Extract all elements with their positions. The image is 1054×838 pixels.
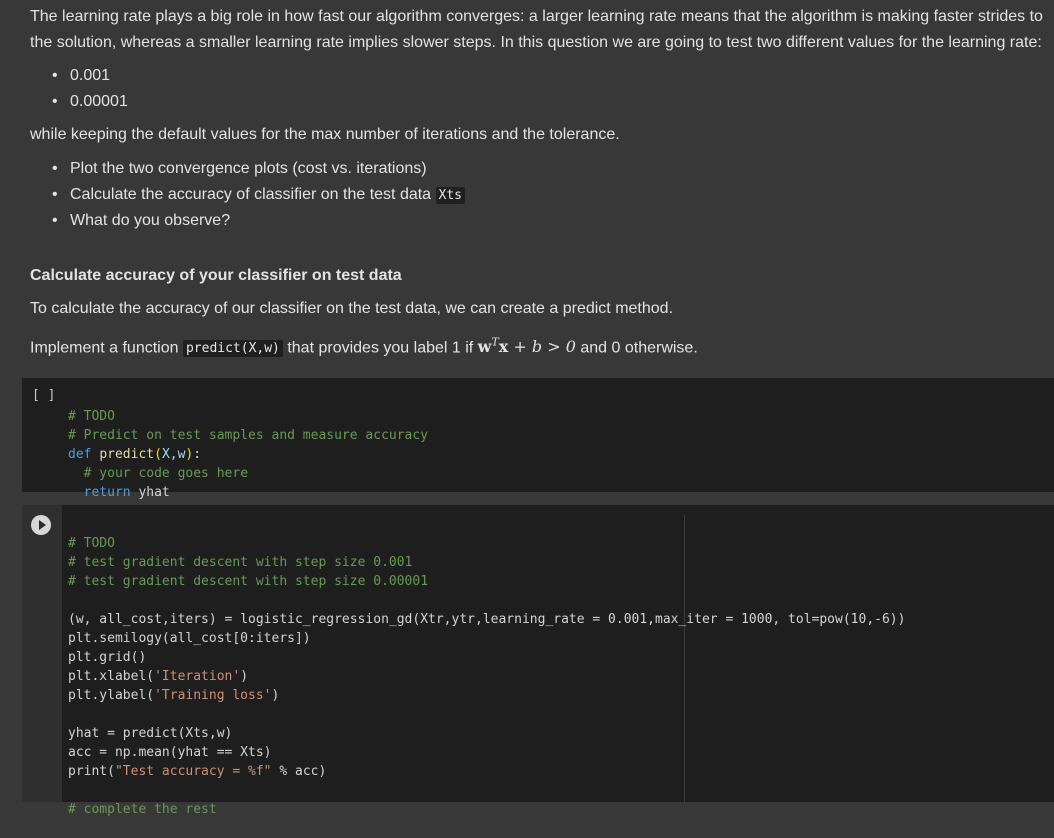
code-line: plt.grid() — [68, 650, 147, 665]
list-item: What do you observe? — [52, 208, 465, 234]
list-item: Plot the two convergence plots (cost vs.… — [52, 156, 465, 182]
code-line: def predict(X,w): — [68, 447, 202, 462]
execution-count[interactable]: [ ] — [32, 388, 55, 403]
intro-line-1: The learning rate plays a big role in ho… — [30, 8, 1043, 25]
list-item: Calculate the accuracy of classifier on … — [52, 182, 466, 208]
inline-code: Xts — [435, 187, 466, 204]
rates-list: 0.001 0.00001 — [52, 63, 128, 115]
code-line: print("Test accuracy = %f" % acc) — [68, 764, 327, 779]
task-text: Calculate the accuracy of classifier on … — [70, 186, 436, 203]
code-line: # Predict on test samples and measure ac… — [68, 428, 429, 443]
text: that provides you label 1 if — [282, 339, 478, 357]
code-line: yhat = predict(Xts,w) — [68, 726, 233, 741]
code-editor-2[interactable]: # TODO # test gradient descent with step … — [68, 515, 905, 838]
code-line: return yhat — [83, 485, 170, 500]
code-line: acc = np.mean(yhat == Xts) — [68, 745, 272, 760]
code-line: plt.xlabel('Iteration') — [68, 669, 249, 684]
code-line: plt.ylabel('Training loss') — [68, 688, 280, 703]
code-editor-1[interactable]: # TODO # Predict on test samples and meas… — [68, 388, 428, 521]
text: and 0 otherwise. — [575, 339, 698, 357]
math-formula: wTx + b > 0 — [477, 336, 576, 357]
cell-gutter — [22, 505, 62, 802]
section-heading: Calculate accuracy of your classifier on… — [30, 267, 402, 284]
code-line: # test gradient descent with step size 0… — [68, 574, 429, 589]
code-line: plt.semilogy(all_cost[0:iters]) — [68, 631, 311, 646]
list-item: 0.00001 — [52, 89, 128, 115]
para-implement: Implement a function predict(X,w) that p… — [30, 330, 698, 362]
run-cell-button[interactable] — [31, 515, 51, 535]
intro-line-2: the solution, whereas a smaller learning… — [30, 34, 1042, 51]
code-line: # your code goes here — [83, 466, 249, 481]
code-line: # TODO — [68, 409, 115, 424]
text: Implement a function — [30, 339, 183, 357]
code-line: # complete the rest — [68, 802, 217, 817]
tasks-list: Plot the two convergence plots (cost vs.… — [52, 156, 466, 234]
defaults-paragraph: while keeping the default values for the… — [30, 126, 620, 143]
list-item: 0.001 — [52, 63, 128, 89]
para-predict-method: To calculate the accuracy of our classif… — [30, 300, 674, 317]
intro-paragraph: The learning rate plays a big role in ho… — [30, 4, 1050, 56]
inline-code: predict(X,w) — [182, 340, 283, 358]
code-line: # TODO — [68, 536, 115, 551]
code-line: # test gradient descent with step size 0… — [68, 555, 413, 570]
code-line: (w, all_cost,iters) = logistic_regressio… — [68, 612, 906, 627]
